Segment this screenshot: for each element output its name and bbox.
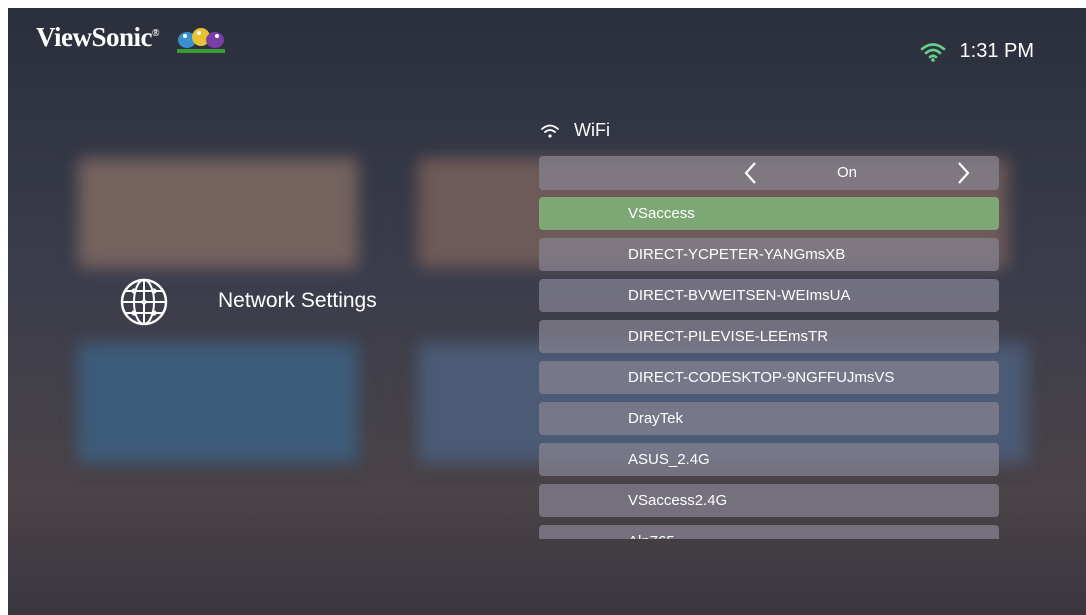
background-tile xyxy=(78,158,358,268)
wifi-toggle[interactable]: On xyxy=(539,156,999,190)
globe-icon xyxy=(118,276,170,333)
chevron-right-icon[interactable] xyxy=(955,161,971,185)
birds-logo-icon xyxy=(177,28,225,53)
network-item[interactable]: DrayTek xyxy=(539,402,999,435)
network-item[interactable]: DIRECT-PILEVISE-LEEmsTR xyxy=(539,320,999,353)
projector-screen: ViewSonic® 1:31 PM Network Settings WiFi… xyxy=(8,8,1086,615)
background-tile xyxy=(78,343,358,463)
brand-logo: ViewSonic® xyxy=(36,22,159,53)
wifi-signal-icon xyxy=(920,42,945,62)
network-item[interactable]: ASUS_2.4G xyxy=(539,443,999,476)
wifi-toggle-value: On xyxy=(837,164,858,181)
wifi-title: WiFi xyxy=(574,120,610,140)
network-item[interactable]: VSaccess2.4G xyxy=(539,484,999,517)
network-item-selected[interactable]: VSaccess xyxy=(539,197,999,230)
network-list[interactable]: VSaccess DIRECT-YCPETER-YANGmsXB DIRECT-… xyxy=(539,197,999,539)
registered-mark: ® xyxy=(152,28,159,39)
network-item[interactable]: Alp765 xyxy=(539,525,999,539)
clock: 1:31 PM xyxy=(959,40,1034,62)
network-settings-label: Network Settings xyxy=(218,289,377,312)
chevron-left-icon[interactable] xyxy=(743,161,759,185)
network-item[interactable]: DIRECT-BVWEITSEN-WEImsUA xyxy=(539,279,999,312)
wifi-icon xyxy=(541,124,559,138)
brand-name: ViewSonic xyxy=(36,22,153,52)
status-bar: 1:31 PM xyxy=(920,40,1034,63)
network-item[interactable]: DIRECT-YCPETER-YANGmsXB xyxy=(539,238,999,271)
network-item[interactable]: DIRECT-CODESKTOP-9NGFFUJmsVS xyxy=(539,361,999,394)
wifi-header: WiFi xyxy=(540,120,610,141)
